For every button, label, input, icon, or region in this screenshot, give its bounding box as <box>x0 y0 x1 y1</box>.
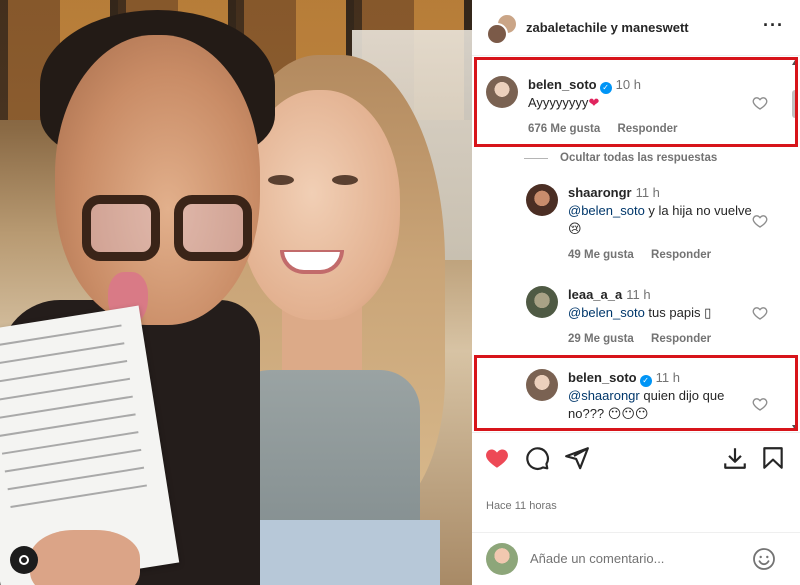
more-options-icon[interactable]: ··· <box>763 16 784 34</box>
glasses-lens <box>82 195 160 261</box>
post-side-panel: zabaletachile y maneswett ··· belen_soto… <box>472 0 800 585</box>
photo-man-face <box>55 35 260 325</box>
photo-woman-jeans <box>250 520 440 585</box>
photo-woman-eye <box>268 175 294 185</box>
avatar[interactable] <box>526 286 558 318</box>
post-actions-bar <box>472 432 800 480</box>
photo-woman-eye <box>332 175 358 185</box>
save-bookmark-icon[interactable] <box>760 445 786 471</box>
like-comment-heart-icon[interactable] <box>752 213 768 229</box>
highlight-box <box>474 355 798 431</box>
photo-man-glasses <box>82 195 252 265</box>
hide-replies-label[interactable]: Ocultar todas las respuestas <box>560 152 717 164</box>
reply-item: leaa_a_a 11 h @belen_soto tus papis ▯ 29 … <box>526 286 725 348</box>
comment-input[interactable]: Añade un comentario... <box>530 551 664 566</box>
mention-link[interactable]: @belen_soto <box>568 203 645 218</box>
divider <box>524 157 548 159</box>
mention-link[interactable]: @belen_soto <box>568 305 645 320</box>
comment-time[interactable]: 11 h <box>636 185 660 200</box>
comment-text: y la hija no vuelve <box>644 203 752 218</box>
reply-button[interactable]: Responder <box>651 333 711 345</box>
author-username[interactable]: maneswett <box>621 20 688 35</box>
comment-time[interactable]: 11 h <box>626 287 650 302</box>
post-authors: zabaletachile y maneswett <box>526 20 689 35</box>
glasses-lens <box>174 195 252 261</box>
post-photo[interactable] <box>0 0 472 585</box>
add-comment-bar: Añade un comentario... <box>472 532 800 585</box>
avatar[interactable] <box>526 184 558 216</box>
comment-likes[interactable]: 49 Me gusta <box>568 249 634 261</box>
post-header: zabaletachile y maneswett ··· <box>472 0 800 56</box>
author-conjunction: y <box>610 20 618 35</box>
comment-bubble-icon[interactable] <box>524 445 550 471</box>
reply-item: shaarongr 11 h @belen_soto y la hija no v… <box>526 184 768 264</box>
comment-text: tus papis <box>644 305 701 320</box>
highlight-box <box>474 57 798 147</box>
like-heart-icon[interactable] <box>484 445 510 471</box>
comment-username[interactable]: shaarongr <box>568 185 632 200</box>
reply-button[interactable]: Responder <box>651 249 711 261</box>
author-avatars[interactable] <box>486 11 520 45</box>
post-timestamp[interactable]: Hace 11 horas <box>486 500 557 512</box>
sad-face-emoji: 😢 <box>568 221 582 236</box>
author-username[interactable]: zabaletachile <box>526 20 607 35</box>
emoji-picker-icon[interactable] <box>752 547 776 571</box>
current-user-avatar <box>486 543 518 575</box>
photo-man-hand <box>30 530 140 585</box>
comment-likes[interactable]: 29 Me gusta <box>568 333 634 345</box>
avatar <box>486 22 508 45</box>
like-comment-heart-icon[interactable] <box>752 305 768 321</box>
download-icon[interactable] <box>722 445 748 471</box>
hide-replies-toggle[interactable]: Ocultar todas las respuestas <box>524 152 717 164</box>
tagged-user-icon[interactable] <box>10 546 38 574</box>
unknown-glyph-emoji: ▯ <box>704 305 712 320</box>
share-send-icon[interactable] <box>564 445 590 471</box>
comment-username[interactable]: leaa_a_a <box>568 287 622 302</box>
